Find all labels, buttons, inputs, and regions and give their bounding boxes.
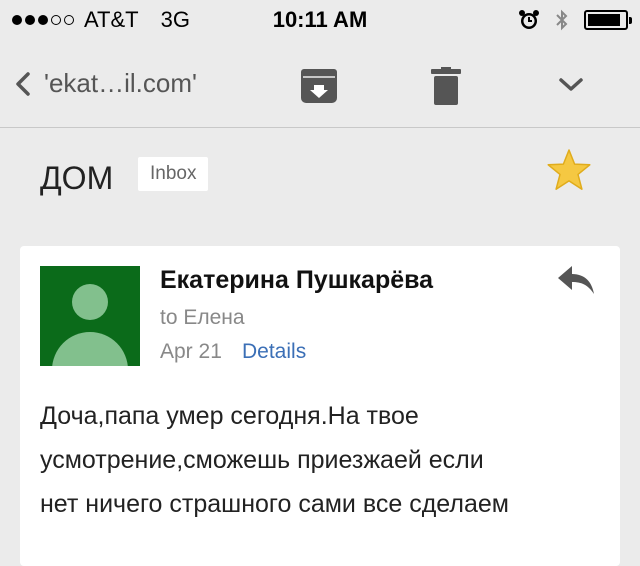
body-line: нет ничего страшного сами все сделаем (40, 490, 509, 518)
chevron-down-icon (559, 78, 583, 91)
more-button[interactable] (558, 76, 584, 99)
body-line: Доча,папа умер сегодня.На твое (40, 402, 419, 430)
alarm-icon (519, 10, 539, 29)
details-link[interactable]: Details (242, 340, 306, 364)
reply-button[interactable] (556, 264, 596, 301)
message-date: Apr 21 (160, 340, 222, 363)
status-bar: AT&T 3G 10:11 AM (0, 0, 640, 40)
star-button[interactable] (546, 148, 592, 197)
chevron-left-icon (16, 71, 30, 96)
bluetooth-icon (556, 9, 568, 31)
delete-button[interactable] (431, 67, 461, 110)
inbox-label-badge[interactable]: Inbox (138, 157, 209, 191)
archive-button[interactable] (300, 68, 338, 109)
message-card: Екатерина Пушкарёва to Елена Apr 21 Deta… (20, 246, 620, 566)
thread-subject: ДОМ (40, 160, 114, 196)
back-button[interactable]: 'ekat…il.com' (14, 68, 197, 99)
body-line: усмотрение,сможешь приезжаей если (40, 446, 484, 474)
sender-name[interactable]: Екатерина Пушкарёва (160, 266, 433, 295)
trash-icon (431, 67, 461, 105)
message-body: Доча,папа умер сегодня.На твое усмотрени… (40, 394, 600, 526)
archive-icon (301, 69, 337, 103)
recipient-line: to Елена (160, 306, 245, 329)
star-icon (547, 149, 591, 190)
avatar[interactable] (40, 266, 140, 366)
toolbar: 'ekat…il.com' (0, 40, 640, 128)
reply-icon (558, 266, 594, 294)
back-label: 'ekat…il.com' (44, 68, 197, 98)
battery-icon (584, 10, 632, 30)
